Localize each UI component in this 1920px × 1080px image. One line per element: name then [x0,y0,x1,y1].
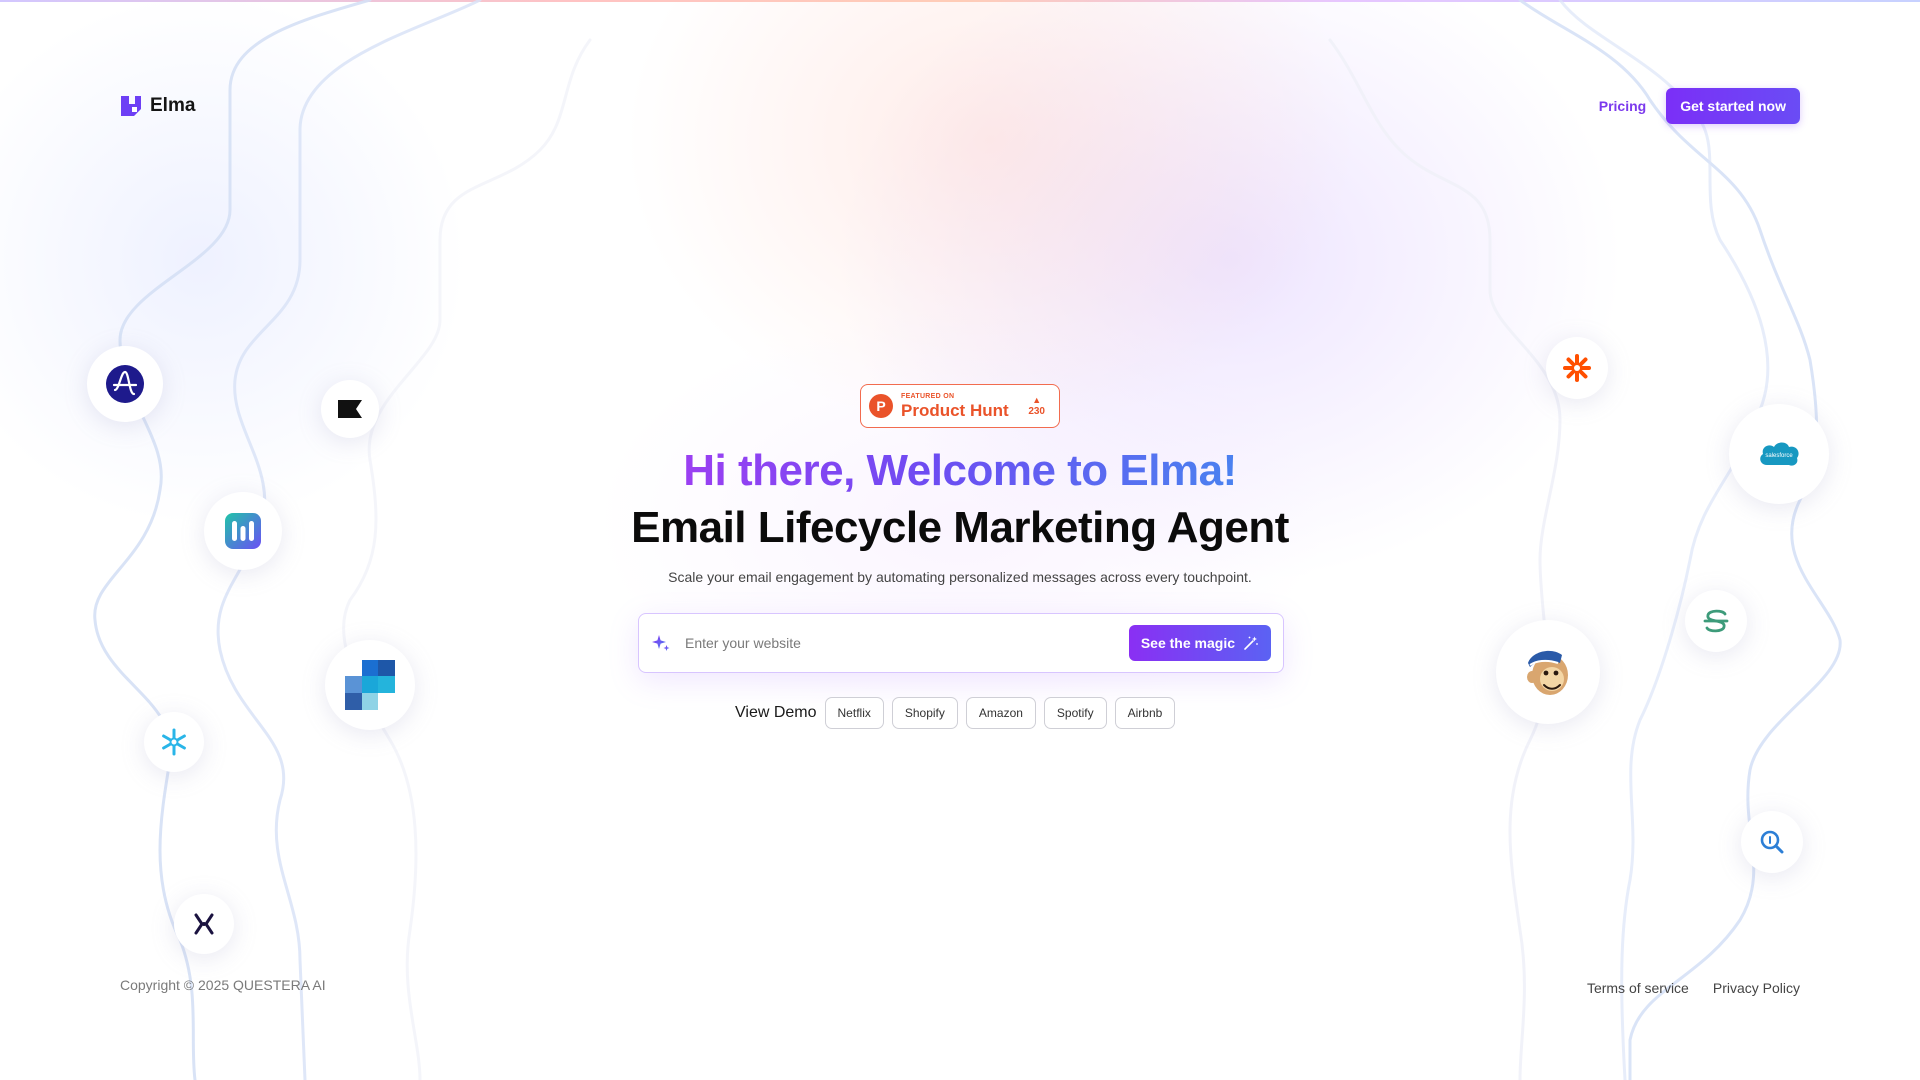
copyright-text: Copyright © 2025 QUESTERA AI [120,977,326,993]
amplitude-integration [87,346,163,422]
elma-logo-icon [121,96,141,116]
x-brand-icon [194,913,214,935]
sparkle-icon [652,635,670,651]
amplitude-icon [106,365,144,403]
see-magic-button[interactable]: See the magic [1128,625,1271,661]
product-hunt-name: Product Hunt [901,401,1009,420]
get-started-button[interactable]: Get started now [1666,88,1800,124]
demo-chip-amazon[interactable]: Amazon [965,697,1036,729]
brand-logo[interactable]: Elma [120,95,195,117]
snowflake-icon [162,728,186,756]
x-brand-integration [174,894,234,954]
product-hunt-text: FEATURED ON Product Hunt [901,393,1009,419]
product-hunt-featured: FEATURED ON [901,393,955,400]
product-hunt-icon: P [869,394,893,418]
sendgrid-integration [1685,590,1747,652]
product-hunt-badge[interactable]: P FEATURED ON Product Hunt ▲ 230 [860,384,1060,428]
top-gradient-line [0,0,1920,2]
view-demo-row: View Demo Netflix Shopify Amazon Spotify… [735,697,1176,729]
top-nav: Elma Pricing Get started now [120,88,1800,124]
see-magic-label: See the magic [1140,635,1235,651]
search-analytics-icon [1760,830,1784,854]
upvote-count: 230 [1028,405,1045,417]
hero-subtitle: Email Lifecycle Marketing Agent [631,503,1289,552]
product-hunt-votes: ▲ 230 [1028,394,1045,417]
salesforce-wordmark: salesforce [1765,453,1793,459]
nav-actions: Pricing Get started now [1599,88,1800,124]
demo-chip-netflix[interactable]: Netflix [824,697,884,729]
hero-title-text: Hi there, Welcome to Elma! [683,446,1237,495]
upvote-arrow-icon: ▲ [1032,394,1042,405]
demo-chip-spotify[interactable]: Spotify [1043,697,1107,729]
view-demo-label: View Demo [735,704,817,721]
salesforce-icon: salesforce [1760,442,1799,466]
mixpanel-integration [204,492,282,570]
demo-chip-airbnb[interactable]: Airbnb [1114,697,1176,729]
klaviyo-integration [321,380,379,438]
search-analytics-integration [1741,811,1803,873]
zapier-integration [1546,337,1608,399]
segment-integration [325,640,415,730]
klaviyo-flag-icon [338,400,362,418]
privacy-policy-link[interactable]: Privacy Policy [1713,980,1800,996]
snowflake-integration [144,712,204,772]
website-input-box: See the magic [638,613,1284,673]
mixpanel-icon [225,513,261,549]
terms-of-service-link[interactable]: Terms of service [1587,980,1689,996]
sendgrid-icon [1703,609,1729,633]
segment-blocks-icon [345,660,395,710]
mailchimp-icon [1527,650,1568,695]
footer-links: Terms of service Privacy Policy [1587,980,1800,996]
zapier-icon [1563,354,1591,382]
hero-title: Hi there, Welcome to Elma! [0,446,1920,496]
pricing-link[interactable]: Pricing [1599,98,1646,114]
hero-description: Scale your email engagement by automatin… [668,569,1252,585]
brand-name: Elma [150,95,196,116]
mailchimp-integration [1496,620,1600,724]
magic-wand-icon [1244,636,1258,650]
website-input[interactable] [685,635,1129,651]
salesforce-integration: salesforce [1729,404,1829,504]
demo-chip-shopify[interactable]: Shopify [891,697,958,729]
